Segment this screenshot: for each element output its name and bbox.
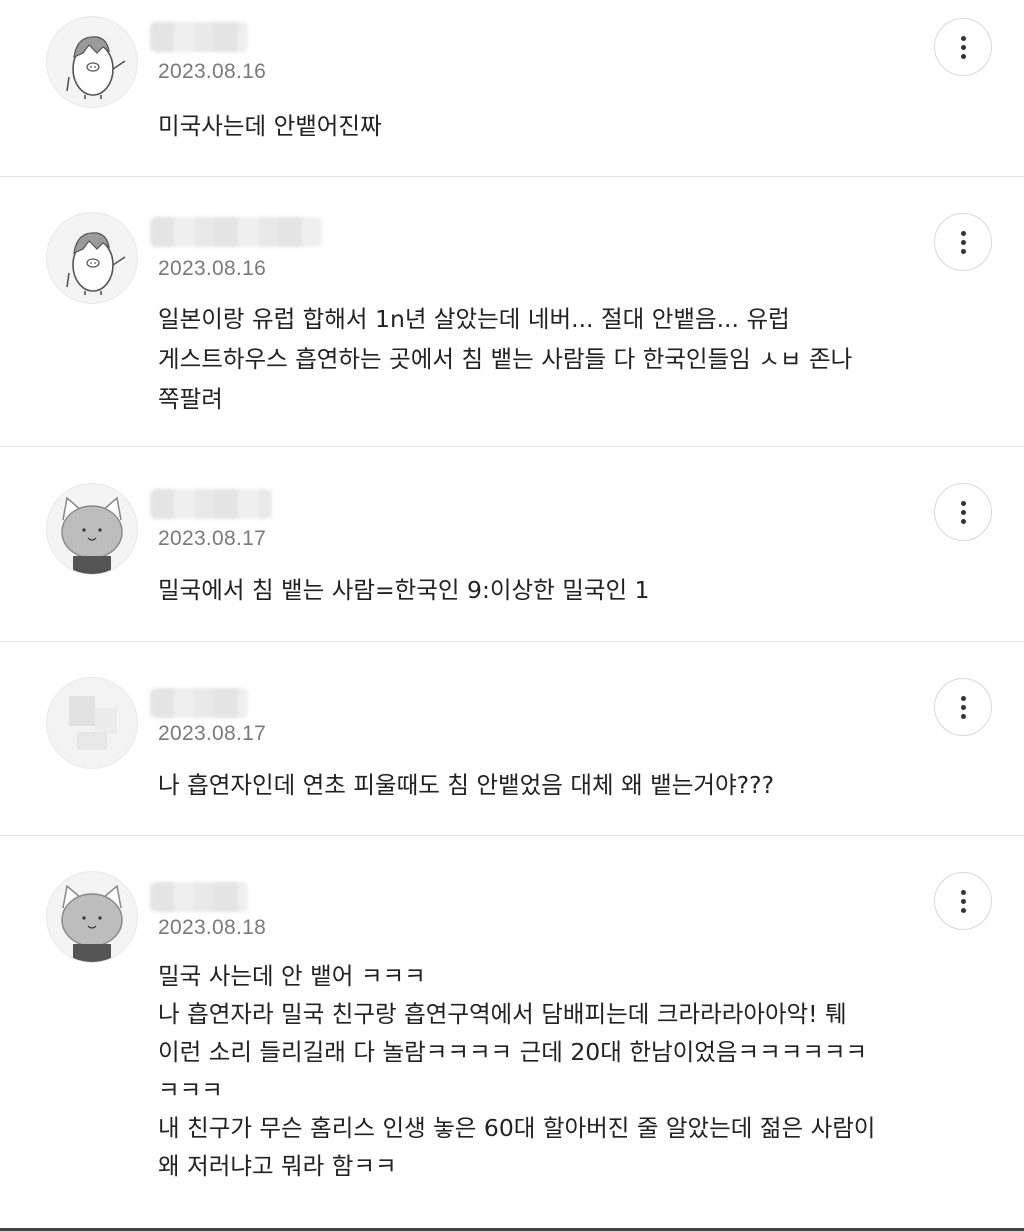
vertical-dots-icon [960,35,966,59]
avatar[interactable] [46,212,138,304]
pig-character-icon [66,36,126,99]
comment-date: 2023.08.17 [158,722,267,745]
blurred-avatar-icon [47,678,137,768]
comment-item: 2023.08.16 일본이랑 유럽 합해서 1n년 살았는데 네버... 절대… [0,177,1024,447]
vertical-dots-icon [960,230,966,254]
comment-text: 미국사는데 안뱉어진짜 [158,112,382,140]
comment-item: 2023.08.16 미국사는데 안뱉어진짜 [0,0,1024,177]
cat-character-icon [61,496,123,574]
pig-character-icon [66,232,126,295]
comment-text: 밀국에서 침 뱉는 사람=한국인 9:이상한 밀국인 1 [158,576,650,604]
comment-text: 일본이랑 유럽 합해서 1n년 살았는데 네버... 절대 안뱉음... 유럽 … [158,305,853,413]
more-options-button[interactable] [934,483,992,541]
comment-date: 2023.08.16 [158,60,267,83]
comment-date: 2023.08.16 [158,257,267,280]
username-blurred [150,882,248,912]
vertical-dots-icon [960,695,966,719]
avatar[interactable] [46,871,138,963]
more-options-button[interactable] [934,678,992,736]
cat-character-icon [61,884,123,962]
avatar[interactable] [46,483,138,575]
avatar[interactable] [46,677,138,769]
comment-item: 2023.08.17 밀국에서 침 뱉는 사람=한국인 9:이상한 밀국인 1 [0,447,1024,642]
comment-date: 2023.08.18 [158,916,267,939]
comment-text: 나 흡연자인데 연초 피울때도 침 안뱉었음 대체 왜 뱉는거야??? [158,771,775,799]
more-options-button[interactable] [934,18,992,76]
more-options-button[interactable] [934,213,992,271]
username-blurred [150,489,272,519]
comment-date: 2023.08.17 [158,527,267,550]
username-blurred [150,217,322,247]
comment-item: 2023.08.17 나 흡연자인데 연초 피울때도 침 안뱉었음 대체 왜 뱉… [0,642,1024,836]
vertical-dots-icon [960,889,966,913]
avatar[interactable] [46,16,138,108]
vertical-dots-icon [960,500,966,524]
username-blurred [150,688,248,718]
more-options-button[interactable] [934,872,992,930]
comment-item: 2023.08.18 밀국 사는데 안 뱉어 ㅋㅋㅋ 나 흡연자라 밀국 친구랑… [0,836,1024,1228]
comment-text: 밀국 사는데 안 뱉어 ㅋㅋㅋ 나 흡연자라 밀국 친구랑 흡연구역에서 담배피… [158,962,876,1180]
username-blurred [150,22,248,52]
